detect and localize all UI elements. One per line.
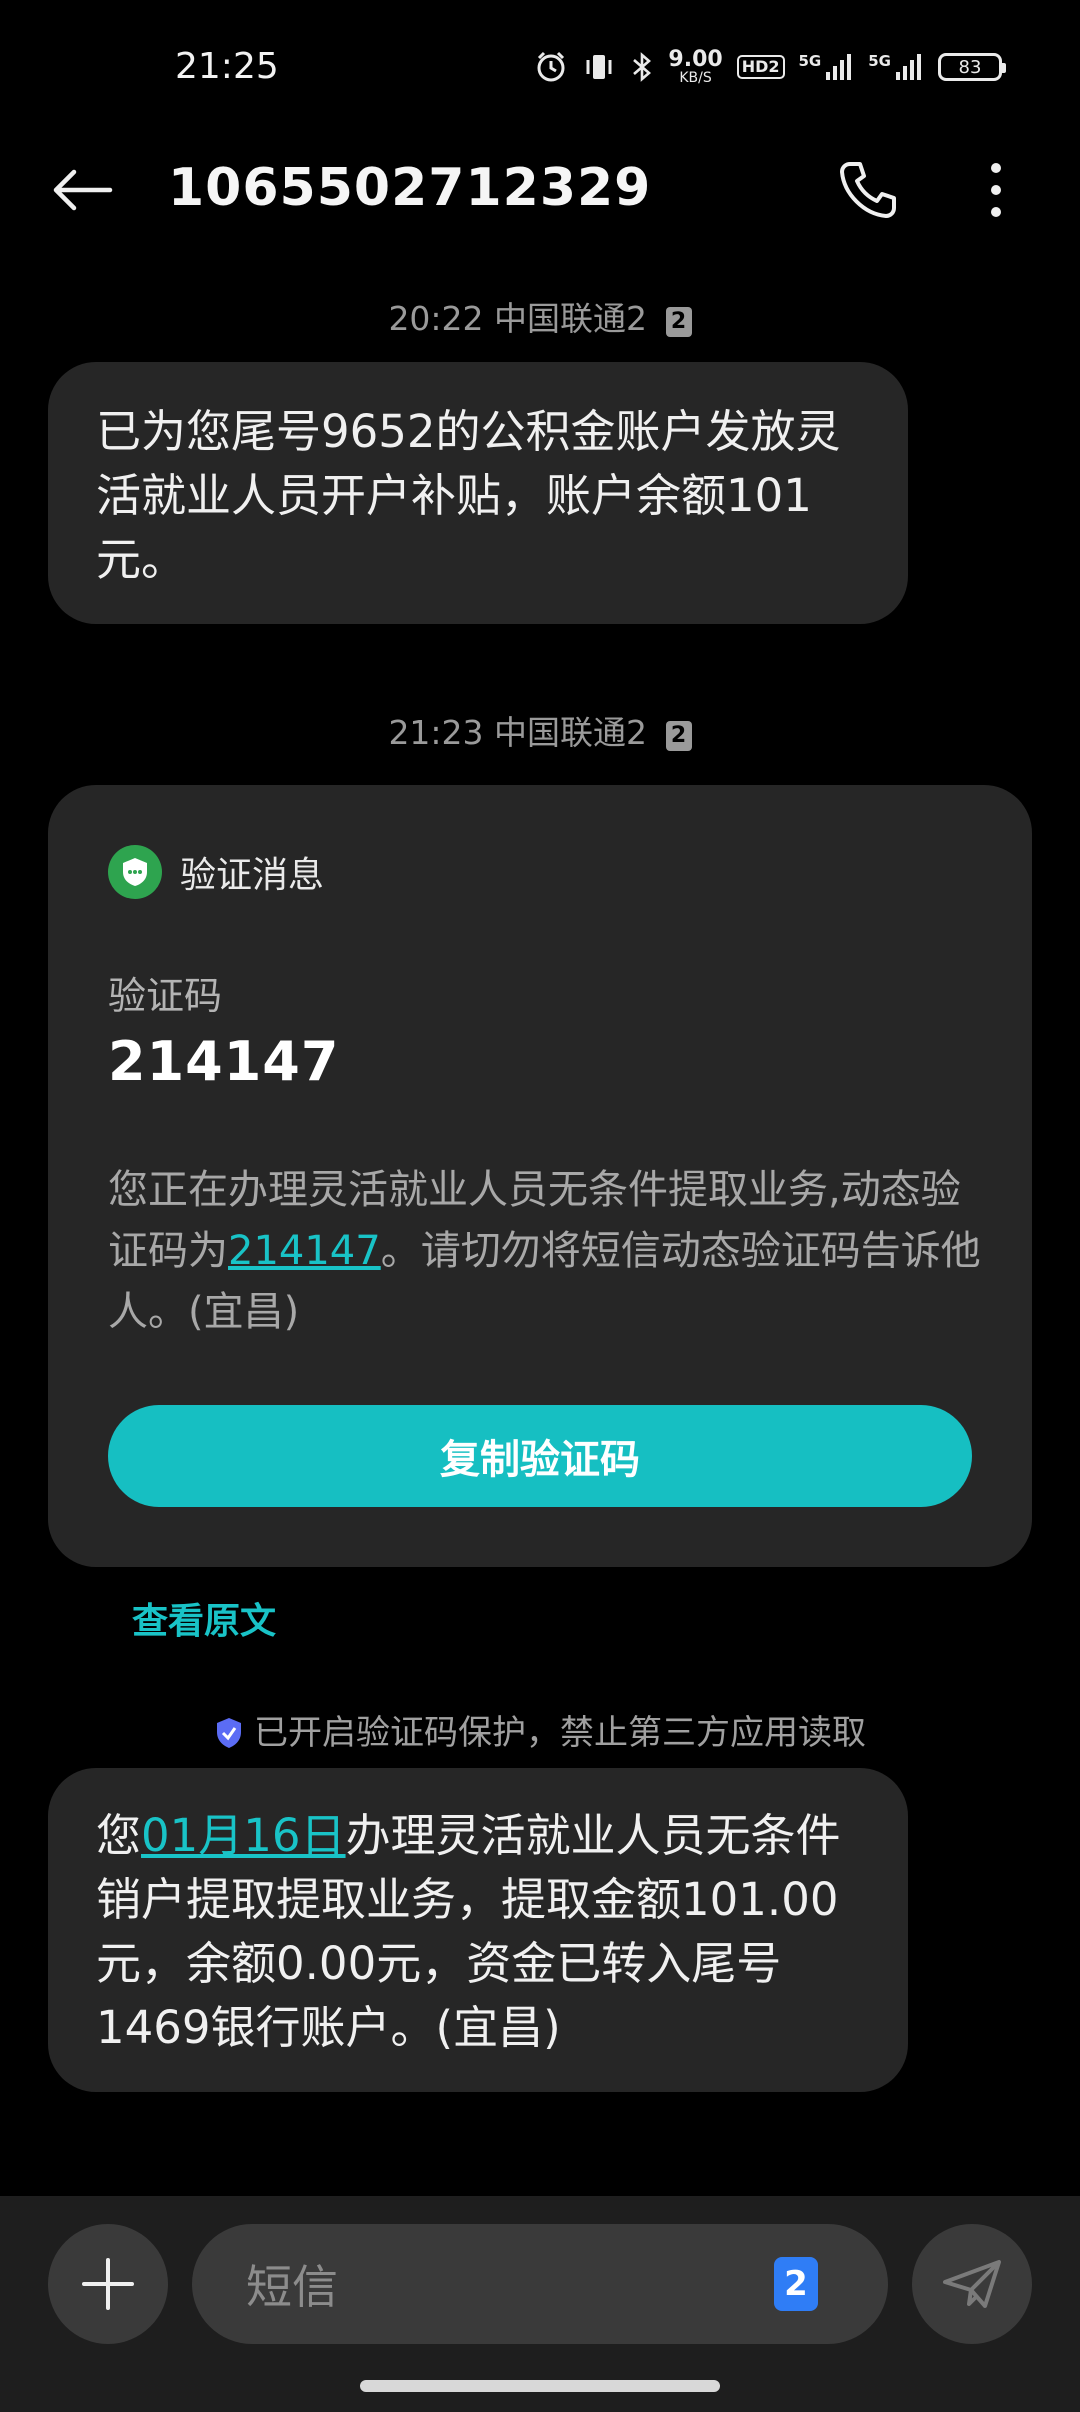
protection-shield-icon xyxy=(214,1716,244,1759)
more-options-button[interactable] xyxy=(966,152,1026,228)
plus-icon xyxy=(82,2258,134,2310)
verification-card: 验证消息 验证码 214147 您正在办理灵活就业人员无条件提取业务,动态验证码… xyxy=(48,785,1032,1567)
send-icon xyxy=(943,2260,1001,2308)
status-icons: 9.00 KB/S HD2 5G 5G 83 xyxy=(534,44,1006,90)
message-input-placeholder: 短信 xyxy=(246,2260,338,2314)
message-timestamp: 20:22 中国联通2 2 xyxy=(0,292,1080,340)
timestamp-time: 21:23 xyxy=(388,713,484,752)
vibrate-icon xyxy=(582,50,616,84)
more-vert-icon xyxy=(991,163,1001,217)
sms-conversation-screen: 21:25 9.00 KB/S HD2 5G 5G 83 10655027123… xyxy=(0,0,1080,2412)
code-link[interactable]: 214147 xyxy=(228,1228,381,1274)
card-title: 验证消息 xyxy=(180,855,325,896)
message-text: 已为您尾号9652的公积金账户发放灵活就业人员开户补贴，账户余额101元。 xyxy=(96,405,841,586)
message-bubble[interactable]: 您01月16日办理灵活就业人员无条件销户提取提取业务，提取金额101.00元，余… xyxy=(48,1768,908,2092)
conversation-header: 1065502712329 xyxy=(0,140,1080,240)
signal-1-label: 5G xyxy=(798,52,822,70)
back-button[interactable] xyxy=(46,160,118,220)
code-protection-note: 已开启验证码保护，禁止第三方应用读取 xyxy=(0,1705,1080,1759)
call-button[interactable] xyxy=(830,152,906,228)
timestamp-carrier: 中国联通2 xyxy=(494,299,648,338)
bluetooth-icon xyxy=(630,50,654,84)
net-speed-unit: KB/S xyxy=(679,70,712,86)
status-bar: 21:25 9.00 KB/S HD2 5G 5G 83 xyxy=(0,0,1080,140)
sim-selector[interactable]: 2 xyxy=(774,2257,818,2311)
timestamp-time: 20:22 xyxy=(388,299,484,338)
date-link[interactable]: 01月16日 xyxy=(141,1809,346,1862)
phone-icon xyxy=(840,162,896,218)
composer-bar: 短信 2 xyxy=(0,2196,1080,2412)
sim-badge: 2 xyxy=(665,307,692,337)
hd-badge: HD2 xyxy=(736,55,785,79)
sim-badge: 2 xyxy=(665,721,692,751)
verification-code: 214147 xyxy=(108,1030,340,1093)
message-shield-icon xyxy=(108,845,162,899)
signal-2-label: 5G xyxy=(868,52,891,70)
message-bubble[interactable]: 已为您尾号9652的公积金账户发放灵活就业人员开户补贴，账户余额101元。 xyxy=(48,362,908,624)
view-original-link[interactable]: 查看原文 xyxy=(132,1592,276,1644)
card-body-text: 您正在办理灵活就业人员无条件提取业务,动态验证码为214147。请切勿将短信动态… xyxy=(108,1160,988,1343)
protection-text: 已开启验证码保护，禁止第三方应用读取 xyxy=(254,1713,866,1753)
alarm-icon xyxy=(534,50,568,84)
code-label: 验证码 xyxy=(108,974,223,1018)
net-speed-value: 9.00 xyxy=(668,47,723,72)
card-header: 验证消息 xyxy=(108,845,324,899)
home-indicator[interactable] xyxy=(360,2380,720,2392)
net-speed: 9.00 KB/S xyxy=(668,47,723,86)
send-button[interactable] xyxy=(912,2224,1032,2344)
signal-icon: 5G xyxy=(799,52,855,82)
battery-level: 83 xyxy=(958,56,982,78)
timestamp-carrier: 中国联通2 xyxy=(494,713,648,752)
contact-number: 1065502712329 xyxy=(168,158,652,218)
back-arrow-icon xyxy=(53,169,113,211)
signal-2-icon: 5G xyxy=(868,52,924,82)
status-time: 21:25 xyxy=(175,46,279,87)
message-timestamp: 21:23 中国联通2 2 xyxy=(0,706,1080,754)
message-text: 您 xyxy=(96,1809,142,1862)
battery-icon: 83 xyxy=(938,53,1006,81)
copy-code-button[interactable]: 复制验证码 xyxy=(108,1405,972,1507)
sim-selector-label: 2 xyxy=(784,2264,808,2304)
add-attachment-button[interactable] xyxy=(48,2224,168,2344)
message-input[interactable]: 短信 2 xyxy=(192,2224,888,2344)
